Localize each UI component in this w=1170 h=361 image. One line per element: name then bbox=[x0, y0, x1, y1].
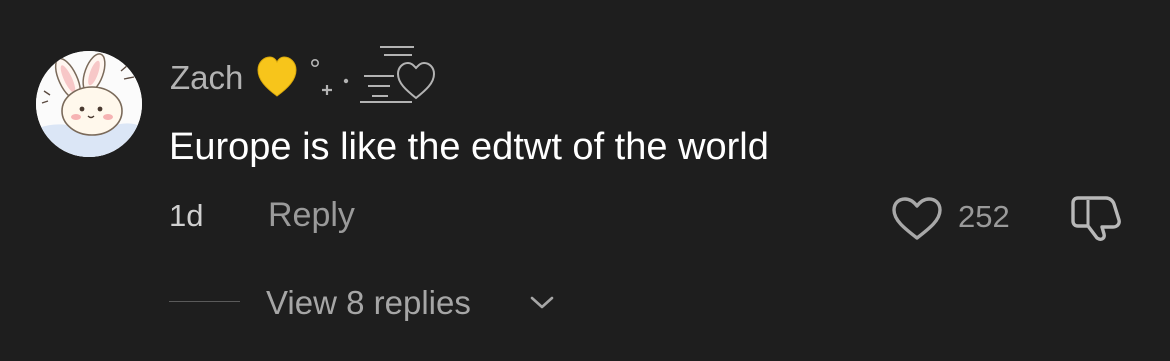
yellow-heart-icon bbox=[257, 56, 297, 97]
chevron-down-icon[interactable] bbox=[528, 294, 556, 312]
like-count: 252 bbox=[958, 199, 1010, 234]
outline-heart-glyph bbox=[396, 61, 436, 100]
avatar[interactable] bbox=[36, 51, 142, 157]
thumbs-down-icon[interactable] bbox=[1068, 192, 1126, 242]
degree-glyph bbox=[310, 59, 319, 68]
username[interactable]: Zach bbox=[170, 56, 243, 100]
plus-glyph bbox=[322, 85, 332, 95]
dot-glyph bbox=[343, 78, 349, 84]
comment-timestamp: 1d bbox=[169, 198, 204, 233]
avatar-bunny-icon bbox=[36, 51, 142, 157]
comment-text: Europe is like the edtwt of the world bbox=[169, 126, 769, 168]
reply-button[interactable]: Reply bbox=[268, 195, 355, 235]
heart-outline-icon[interactable] bbox=[890, 196, 944, 242]
lines-glyph bbox=[360, 46, 414, 103]
username-decoration bbox=[257, 46, 436, 103]
comment-item: Zach Europe is like the edtwt of the wor… bbox=[0, 0, 1170, 361]
replies-divider bbox=[169, 301, 240, 302]
view-replies-button[interactable]: View 8 replies bbox=[266, 283, 471, 323]
